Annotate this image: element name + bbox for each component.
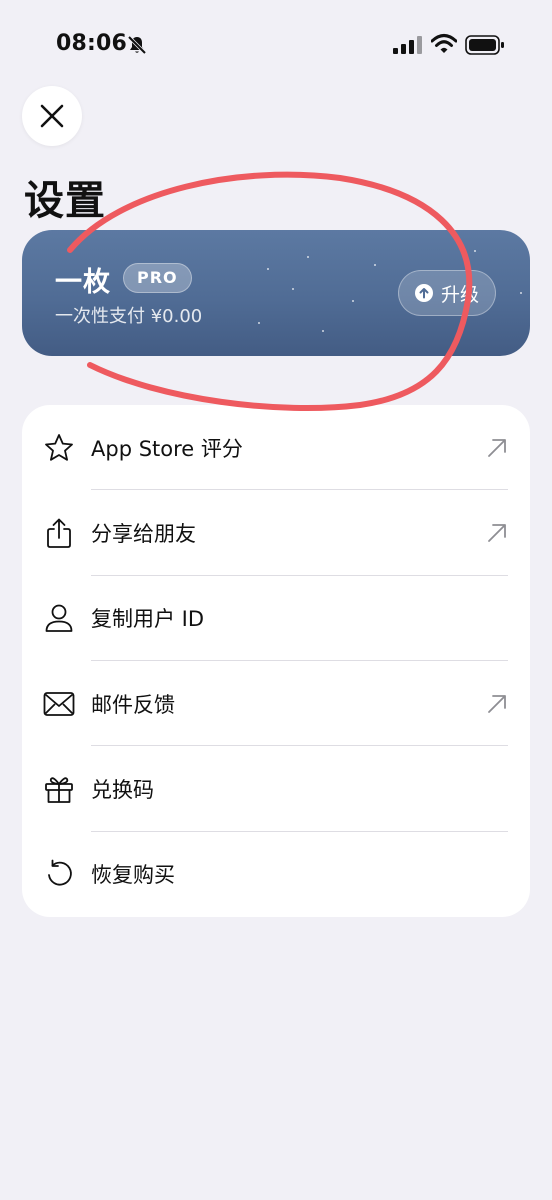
status-time: 08:06	[56, 31, 128, 56]
menu-item-email-feedback[interactable]: 邮件反馈	[22, 661, 530, 747]
menu-item-label: 邮件反馈	[91, 692, 175, 717]
star-dot	[322, 330, 324, 332]
close-button[interactable]	[22, 86, 82, 146]
envelope-icon	[42, 687, 76, 721]
arrow-up-right-icon	[488, 524, 506, 542]
menu-item-redeem-code[interactable]: 兑换码	[22, 746, 530, 832]
person-icon	[42, 601, 76, 635]
gift-icon	[42, 772, 76, 806]
arrow-up-circle-icon	[415, 284, 433, 302]
star-dot	[258, 322, 260, 324]
star-dot	[352, 300, 354, 302]
star-icon	[42, 431, 76, 465]
status-bar: 08:06	[0, 0, 552, 90]
settings-menu: App Store 评分 分享给朋友 复制用户 ID 邮件反馈 兑换码 恢复购买	[22, 405, 530, 917]
upgrade-label: 升级	[441, 283, 480, 306]
pro-title: 一枚	[55, 267, 111, 298]
bell-off-icon	[127, 35, 147, 55]
menu-item-rate-app[interactable]: App Store 评分	[22, 405, 530, 491]
arrow-up-right-icon	[488, 694, 506, 713]
arrow-up-right-icon	[488, 438, 506, 457]
star-dot	[307, 256, 309, 258]
share-icon	[42, 516, 76, 550]
star-dot	[374, 264, 376, 266]
battery-icon	[465, 35, 504, 55]
star-dot	[520, 292, 522, 294]
pro-badge: PRO	[123, 263, 192, 293]
menu-item-label: 兑换码	[91, 777, 154, 802]
pro-subtitle: 一次性支付 ¥0.00	[55, 306, 203, 327]
menu-item-label: 复制用户 ID	[91, 607, 205, 632]
page-title: 设置	[24, 178, 106, 224]
close-icon	[40, 104, 64, 128]
signal-icon	[393, 36, 422, 54]
star-dot	[474, 250, 476, 252]
menu-item-label: App Store 评分	[91, 436, 243, 461]
menu-item-share[interactable]: 分享给朋友	[22, 490, 530, 576]
restore-icon	[42, 857, 76, 891]
star-dot	[267, 268, 269, 270]
menu-item-label: 分享给朋友	[91, 521, 196, 546]
upgrade-button[interactable]: 升级	[398, 270, 496, 316]
star-dot	[292, 288, 294, 290]
menu-item-restore-purchases[interactable]: 恢复购买	[22, 832, 530, 917]
menu-item-label: 恢复购买	[91, 863, 175, 888]
menu-item-copy-user-id[interactable]: 复制用户 ID	[22, 576, 530, 661]
pro-card[interactable]: 一枚 PRO 一次性支付 ¥0.00 升级	[22, 230, 530, 356]
wifi-icon	[431, 34, 457, 53]
